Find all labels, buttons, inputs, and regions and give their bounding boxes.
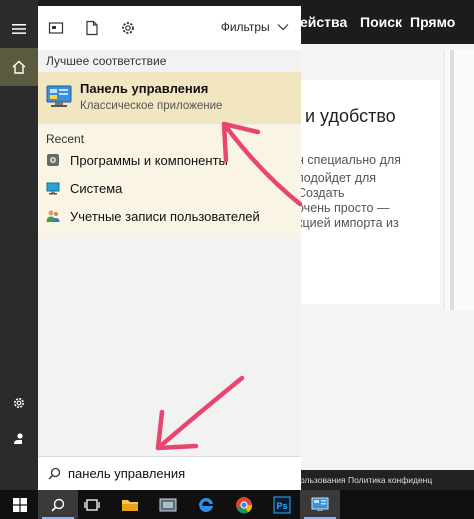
chrome-icon [236, 496, 253, 513]
search-icon [48, 467, 61, 480]
recent-section: Recent Программы и компоненты Система Уч… [38, 126, 301, 238]
taskbar-explorer[interactable] [110, 490, 150, 519]
recent-item-label: Система [70, 180, 123, 196]
start-icon [13, 497, 27, 512]
filters-button[interactable]: Фильтры [221, 20, 289, 34]
feedback-icon[interactable] [0, 420, 38, 458]
website-nav-search[interactable]: Поиск [360, 14, 402, 30]
taskbar-edge[interactable] [186, 490, 226, 519]
start-search-panel: Фильтры Лучшее соответствие Панель управ… [38, 6, 301, 491]
explorer-icon [122, 499, 138, 511]
hamburger-icon[interactable] [0, 10, 38, 48]
recent-item-users[interactable]: Учетные записи пользователей [46, 206, 260, 226]
taskbar-virtualbox[interactable] [148, 490, 188, 519]
chevron-down-icon [277, 24, 289, 31]
control-panel-icon [311, 497, 329, 511]
documents-icon[interactable] [84, 20, 100, 36]
recent-item-label: Программы и компоненты [70, 152, 228, 168]
task-view-button[interactable] [72, 490, 112, 519]
search-query: панель управления [68, 466, 186, 481]
taskbar-photoshop[interactable]: Ps [262, 490, 302, 519]
settings-gear-icon[interactable] [120, 20, 136, 36]
recent-item-label: Учетные записи пользователей [70, 208, 260, 224]
search-icon [51, 498, 65, 512]
svg-text:Ps: Ps [277, 501, 288, 511]
panel-toolbar: Фильтры [38, 6, 301, 50]
website-text: Создать [297, 186, 345, 200]
website-text: очень просто — [297, 201, 390, 215]
gear-icon[interactable] [0, 384, 38, 422]
start-rail [0, 0, 38, 490]
programs-icon [47, 154, 59, 166]
best-match-result[interactable]: Панель управления Классическое приложени… [38, 72, 301, 124]
taskbar-control-panel[interactable] [300, 490, 340, 519]
apps-icon[interactable] [48, 20, 64, 36]
system-icon [46, 182, 60, 195]
recent-heading: Recent [46, 132, 85, 146]
filters-label: Фильтры [220, 20, 270, 34]
recent-item-system[interactable]: Система [46, 178, 122, 198]
home-icon[interactable] [0, 48, 38, 86]
virtualbox-icon [159, 498, 177, 511]
website-text: кцией импорта из [297, 216, 399, 230]
website-footer[interactable]: ользования Политика конфиденц [300, 470, 474, 490]
taskbar-chrome[interactable] [224, 490, 264, 519]
start-button[interactable] [0, 490, 40, 519]
taskbar: Ps [0, 490, 474, 519]
website-scrollbar[interactable] [444, 50, 474, 310]
website-text: подойдет для [297, 171, 377, 185]
photoshop-icon: Ps [273, 496, 291, 513]
website-nav-item[interactable]: ейства [300, 14, 347, 30]
recent-item-programs[interactable]: Программы и компоненты [46, 150, 228, 170]
best-match-subtitle: Классическое приложение [80, 100, 223, 112]
best-match-heading: Лучшее соответствие [46, 54, 167, 68]
task-view-icon [84, 498, 100, 511]
best-match-title: Панель управления [80, 81, 209, 96]
website-heading: и удобство [305, 106, 396, 126]
edge-icon [199, 497, 213, 512]
website-nav-item[interactable]: Прямо [410, 14, 455, 30]
control-panel-icon [46, 85, 72, 107]
website-text: н специально для [297, 153, 401, 167]
users-icon [46, 210, 60, 222]
search-input[interactable]: панель управления [38, 456, 301, 491]
